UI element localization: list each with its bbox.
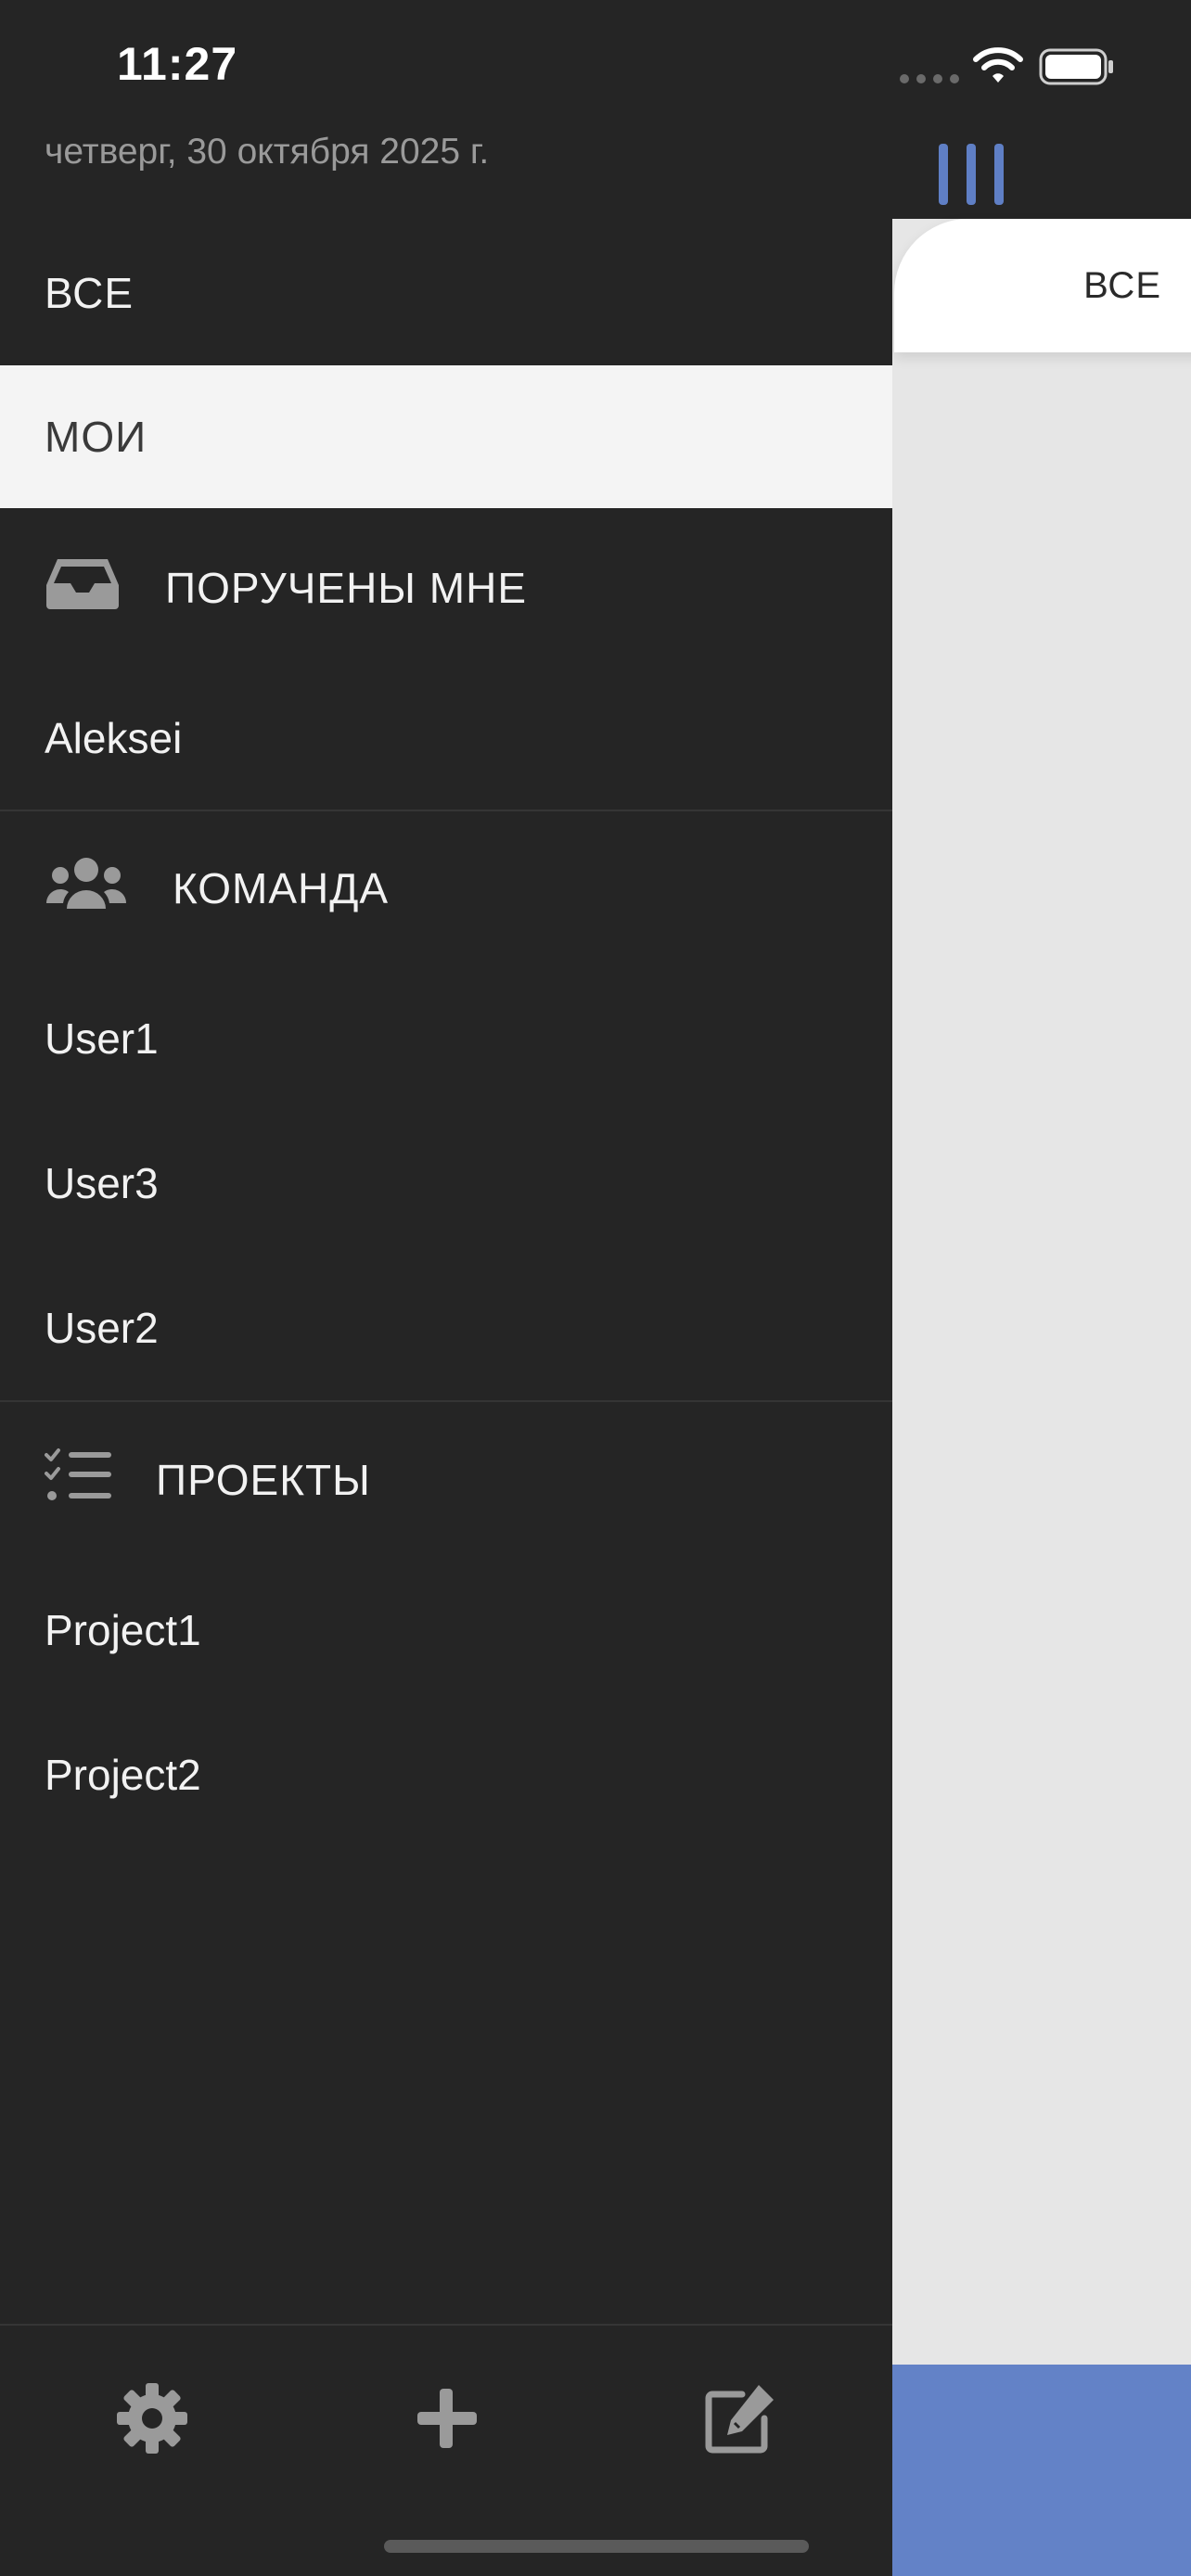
- list-item[interactable]: User3: [0, 1111, 892, 1256]
- drawer-item-label: МОИ: [45, 413, 147, 461]
- divider: [0, 1400, 892, 1402]
- section-title: ПОРУЧЕНЫ МНЕ: [165, 564, 528, 612]
- list-item[interactable]: User1: [0, 966, 892, 1111]
- content-bottom-bar[interactable]: [892, 2365, 1191, 2576]
- section-projects[interactable]: ПРОЕКТЫ: [0, 1409, 892, 1550]
- list-item[interactable]: Project1: [0, 1558, 892, 1702]
- list-item-label: Project2: [45, 1751, 201, 1799]
- cellular-signal-icon: [900, 74, 959, 83]
- list-item-label: User1: [45, 1014, 159, 1063]
- content-tab-label: ВСЕ: [1083, 265, 1161, 306]
- list-item[interactable]: Project2: [0, 1702, 892, 1847]
- drawer-item-all[interactable]: ВСЕ: [0, 221, 892, 365]
- section-assigned[interactable]: ПОРУЧЕНЫ МНЕ: [0, 519, 892, 657]
- app-screen: ВСЕ 11:27 четверг, 30 октября 2025 г. ВС…: [0, 0, 1191, 2576]
- columns-icon[interactable]: [939, 144, 1005, 205]
- inbox-icon: [45, 557, 121, 619]
- list-item-label: Aleksei: [45, 714, 183, 762]
- main-content-peek[interactable]: ВСЕ: [892, 0, 1191, 2576]
- wifi-icon: [972, 46, 1024, 85]
- drawer-item-mine[interactable]: МОИ: [0, 365, 892, 508]
- drawer-item-label: ВСЕ: [45, 269, 134, 317]
- checklist-icon: [45, 1447, 111, 1513]
- section-title: ПРОЕКТЫ: [156, 1456, 371, 1504]
- list-item[interactable]: User2: [0, 1256, 892, 1400]
- list-item-label: User2: [45, 1304, 159, 1352]
- content-header: [892, 0, 1191, 219]
- section-title: КОМАНДА: [173, 864, 390, 912]
- content-tab-all[interactable]: ВСЕ: [894, 219, 1191, 352]
- list-item-label: Project1: [45, 1606, 201, 1654]
- gear-icon[interactable]: [113, 2379, 191, 2457]
- current-date: четверг, 30 октября 2025 г.: [45, 132, 490, 172]
- edit-icon[interactable]: [701, 2379, 779, 2457]
- plus-icon[interactable]: [408, 2379, 486, 2457]
- side-drawer: 11:27 четверг, 30 октября 2025 г. ВСЕ МО…: [0, 0, 892, 2576]
- list-item-label: User3: [45, 1159, 159, 1207]
- users-icon: [45, 855, 128, 923]
- section-team[interactable]: КОМАНДА: [0, 820, 892, 957]
- status-bar-time: 11:27: [117, 38, 238, 90]
- footer-divider: [0, 2324, 892, 2326]
- divider: [0, 810, 892, 811]
- list-item[interactable]: Aleksei: [0, 666, 892, 810]
- home-indicator: [384, 2540, 809, 2553]
- battery-icon: [1039, 48, 1115, 85]
